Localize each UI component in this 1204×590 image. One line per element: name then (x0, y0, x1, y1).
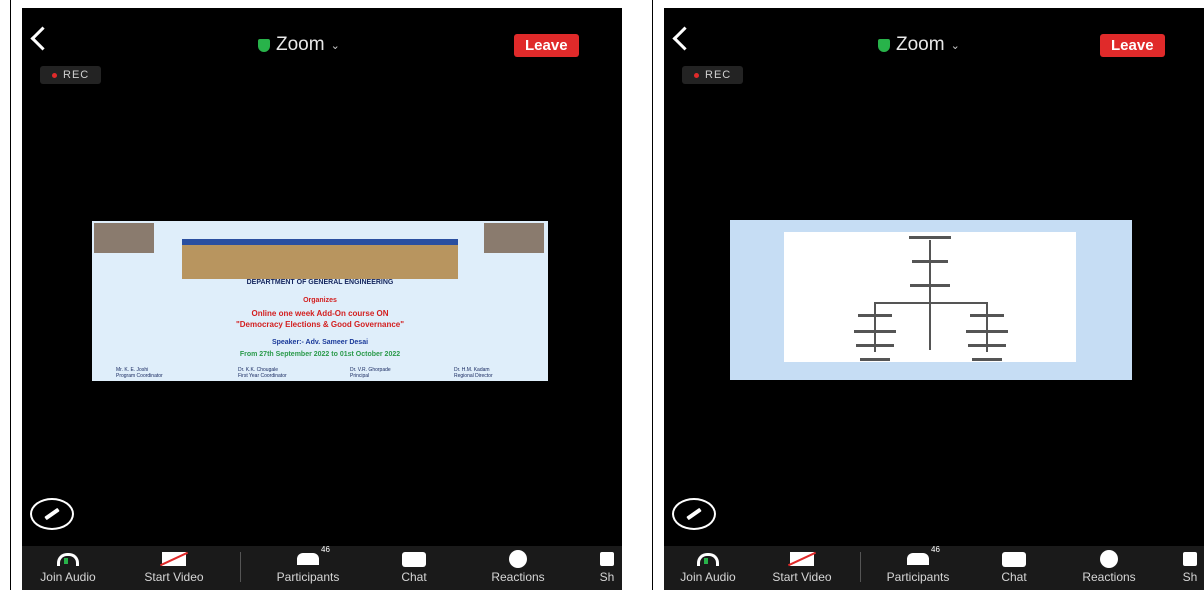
leave-button[interactable]: Leave (514, 34, 579, 57)
slide-person-2: Dr. K.K. Chougale First Year Coordinator (238, 367, 287, 379)
coordinator-photo (484, 223, 544, 253)
divider-middle (652, 0, 653, 590)
flow-node (972, 358, 1002, 361)
slide-department: DEPARTMENT OF GENERAL ENGINEERING (246, 279, 394, 286)
participants-icon (297, 545, 330, 565)
slide-dates: From 27th September 2022 to 01st October… (239, 351, 401, 358)
college-banner (182, 239, 458, 279)
zoom-screen-right: Zoom ⌄ Leave REC Join Audio Start Video … (664, 8, 1204, 590)
rec-dot-icon (694, 72, 699, 78)
shield-icon (878, 38, 890, 52)
leave-button[interactable]: Leave (1100, 34, 1165, 57)
flow-node (968, 344, 1006, 347)
chevron-down-icon: ⌄ (330, 39, 340, 52)
toolbar-separator (860, 552, 861, 582)
back-icon[interactable] (30, 26, 55, 51)
meeting-toolbar: Join Audio Start Video Participants Chat… (664, 545, 1204, 590)
start-video-button[interactable]: Start Video (756, 546, 848, 590)
chat-button[interactable]: Chat (384, 546, 444, 590)
share-button[interactable]: Sh (592, 546, 622, 590)
slide-course-line2: "Democracy Elections & Good Governance" (235, 320, 405, 329)
reactions-button[interactable]: Reactions (470, 546, 566, 590)
participants-button[interactable]: Participants (256, 545, 360, 590)
slide-course-line1: Online one week Add-On course ON (251, 309, 389, 318)
slide-person-1: Mr. K. E. Joshi Program Coordinator (116, 367, 163, 379)
speaker-photo (94, 223, 154, 253)
share-button[interactable]: Sh (1176, 546, 1204, 590)
rec-badge: REC (682, 66, 744, 84)
chat-icon (402, 551, 426, 567)
shared-slide-poster: DEPARTMENT OF GENERAL ENGINEERING Organi… (92, 221, 548, 381)
slide-person-3: Dr. V.R. Ghorpade Principal (350, 367, 391, 379)
reactions-icon (1100, 550, 1118, 568)
participants-button[interactable]: Participants (870, 545, 966, 590)
chat-icon (1002, 551, 1026, 567)
join-audio-button[interactable]: Join Audio (22, 546, 114, 590)
slide-person-4: Dr. H.M. Kadam Regional Director (454, 367, 493, 379)
video-off-icon (790, 552, 814, 566)
annotate-button[interactable] (672, 498, 716, 530)
chevron-down-icon: ⌄ (950, 39, 960, 52)
shield-icon (258, 38, 270, 52)
flow-node (860, 358, 890, 361)
shared-slide-flowchart (730, 220, 1132, 380)
divider-left (10, 0, 11, 590)
pencil-icon (44, 507, 60, 521)
flow-node (854, 330, 896, 333)
toolbar-separator (240, 552, 241, 582)
headphones-icon (57, 552, 79, 566)
flow-connector (874, 302, 986, 304)
pencil-icon (686, 507, 702, 521)
flow-node (909, 236, 951, 239)
join-audio-button[interactable]: Join Audio (664, 546, 752, 590)
slide-speaker: Speaker:- Adv. Sameer Desai (271, 339, 369, 346)
share-icon (1183, 552, 1197, 566)
reactions-button[interactable]: Reactions (1062, 546, 1156, 590)
annotate-button[interactable] (30, 498, 74, 530)
flowchart-document (784, 232, 1076, 362)
headphones-icon (697, 552, 719, 566)
meeting-title[interactable]: Zoom ⌄ (878, 34, 960, 56)
rec-dot-icon (52, 72, 57, 78)
video-off-icon (162, 552, 186, 566)
meeting-title[interactable]: Zoom ⌄ (258, 34, 340, 56)
flow-node (970, 314, 1004, 317)
flow-node (910, 284, 950, 287)
flow-node (858, 314, 892, 317)
start-video-button[interactable]: Start Video (122, 546, 226, 590)
flow-node (856, 344, 894, 347)
chat-button[interactable]: Chat (986, 546, 1042, 590)
back-icon[interactable] (672, 26, 697, 51)
rec-badge: REC (40, 66, 102, 84)
flow-node (966, 330, 1008, 333)
flow-node (912, 260, 948, 263)
zoom-screen-left: Zoom ⌄ Leave REC DEPARTMENT OF GENERAL E… (22, 8, 622, 590)
flow-connector (929, 240, 931, 350)
participants-icon (907, 545, 940, 565)
share-icon (600, 552, 614, 566)
reactions-icon (509, 550, 527, 568)
slide-organizes: Organizes (303, 297, 337, 304)
meeting-toolbar: Join Audio Start Video Participants Chat… (22, 545, 622, 590)
